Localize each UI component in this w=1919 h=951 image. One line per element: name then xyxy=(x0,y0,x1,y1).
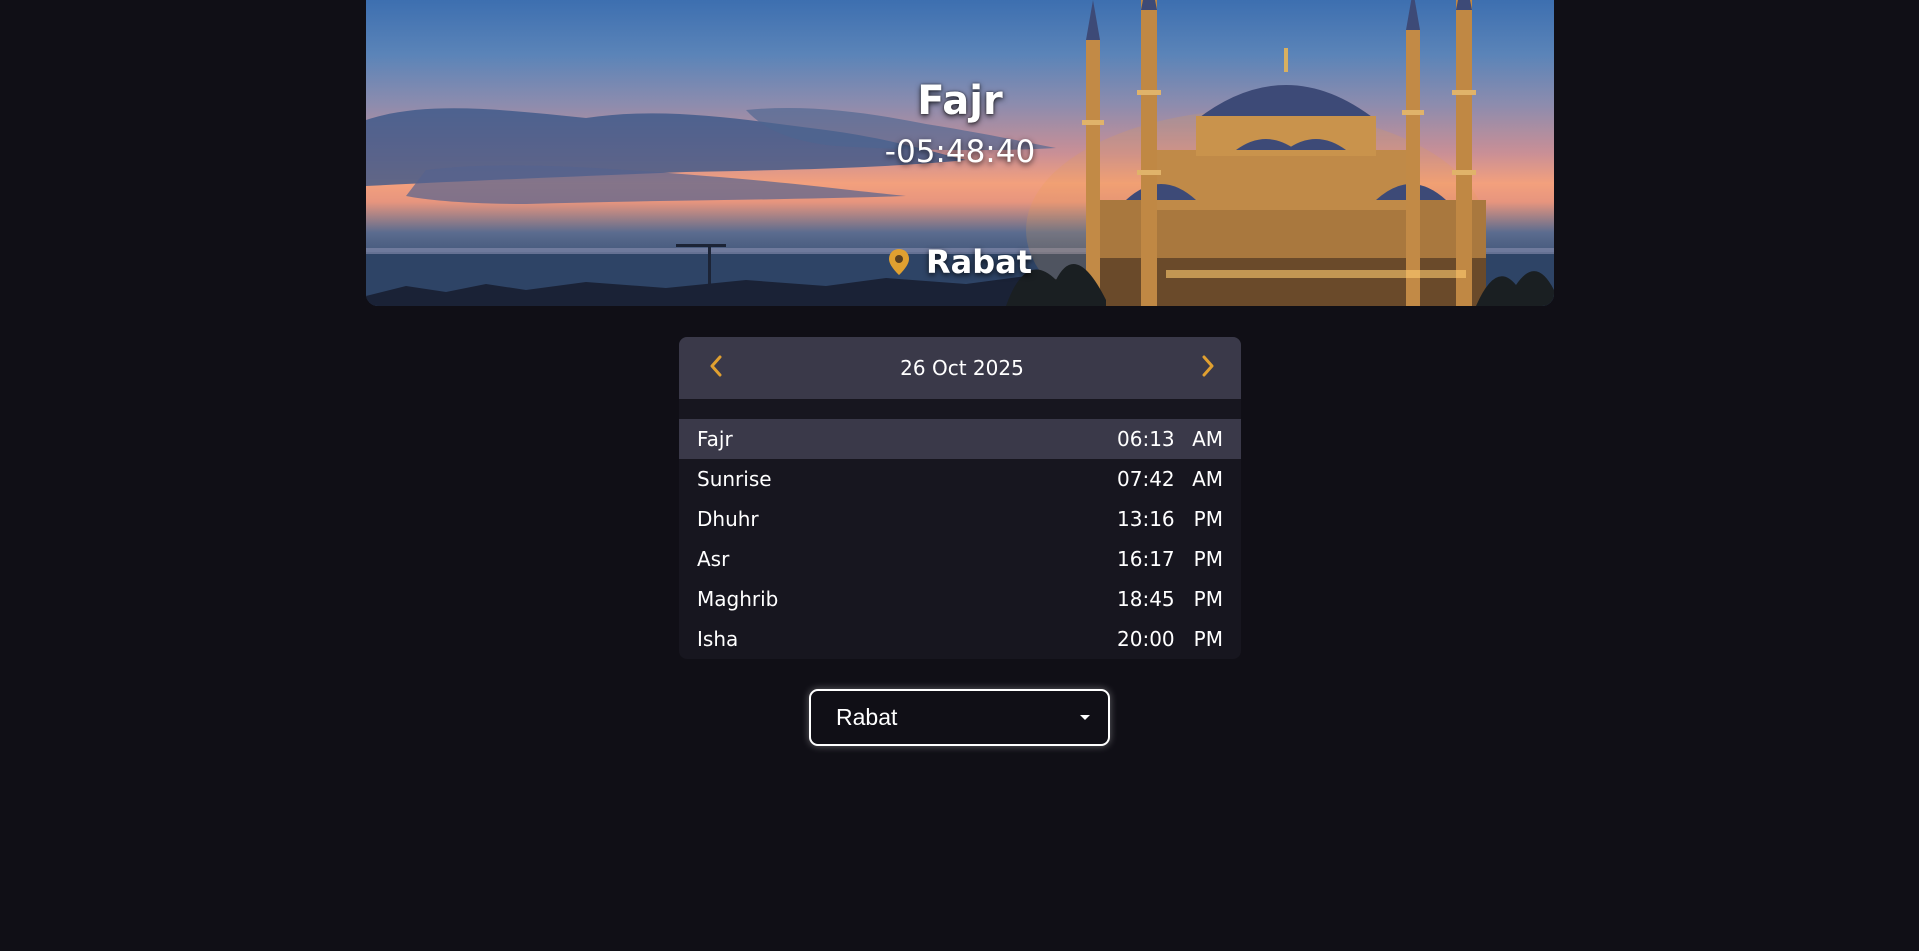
prayer-row-dhuhr: Dhuhr 13:16 PM xyxy=(679,499,1241,539)
prayer-time: 06:13 xyxy=(1117,427,1175,451)
prayer-time: 07:42 xyxy=(1117,467,1175,491)
caret-down-icon xyxy=(1080,715,1090,720)
prayer-row-maghrib: Maghrib 18:45 PM xyxy=(679,579,1241,619)
prayer-row-asr: Asr 16:17 PM xyxy=(679,539,1241,579)
prayer-period: PM xyxy=(1193,587,1223,611)
prayer-time: 18:45 xyxy=(1117,587,1175,611)
date-navigator: 26 Oct 2025 xyxy=(679,337,1241,399)
prayer-list: Fajr 06:13 AM Sunrise 07:42 AM Dhuhr 13:… xyxy=(679,419,1241,659)
current-date: 26 Oct 2025 xyxy=(900,356,1024,380)
next-day-button[interactable] xyxy=(1193,353,1223,383)
previous-day-button[interactable] xyxy=(701,353,731,383)
prayer-times-card: 26 Oct 2025 Fajr 06:13 AM Sunrise 07:42 … xyxy=(679,337,1241,659)
prayer-period: PM xyxy=(1193,507,1223,531)
location-name: Rabat xyxy=(925,243,1033,281)
prayer-row-sunrise: Sunrise 07:42 AM xyxy=(679,459,1241,499)
prayer-times-page: Fajr -05:48:40 Rabat 26 Oct 2025 Fajr 06… xyxy=(0,0,1919,951)
prayer-name: Asr xyxy=(697,547,730,571)
prayer-row-fajr: Fajr 06:13 AM xyxy=(679,419,1241,459)
prayer-name: Maghrib xyxy=(697,587,779,611)
city-select-value: Rabat xyxy=(836,704,898,730)
map-pin-icon xyxy=(888,248,910,276)
hero-location: Rabat xyxy=(366,243,1554,281)
chevron-left-icon xyxy=(709,355,723,381)
prayer-name: Isha xyxy=(697,627,739,651)
prayer-name: Fajr xyxy=(697,427,733,451)
prayer-period: AM xyxy=(1192,427,1223,451)
chevron-right-icon xyxy=(1201,355,1215,381)
hero-banner: Fajr -05:48:40 Rabat xyxy=(366,0,1554,306)
prayer-name: Dhuhr xyxy=(697,507,759,531)
next-prayer-name: Fajr xyxy=(917,78,1003,124)
prayer-row-isha: Isha 20:00 PM xyxy=(679,619,1241,659)
prayer-name: Sunrise xyxy=(697,467,772,491)
prayer-time: 20:00 xyxy=(1117,627,1175,651)
prayer-period: PM xyxy=(1193,547,1223,571)
city-select[interactable]: Rabat xyxy=(809,689,1110,746)
prayer-countdown: -05:48:40 xyxy=(884,134,1036,170)
prayer-time: 16:17 xyxy=(1117,547,1175,571)
prayer-period: PM xyxy=(1193,627,1223,651)
prayer-time: 13:16 xyxy=(1117,507,1175,531)
prayer-period: AM xyxy=(1192,467,1223,491)
